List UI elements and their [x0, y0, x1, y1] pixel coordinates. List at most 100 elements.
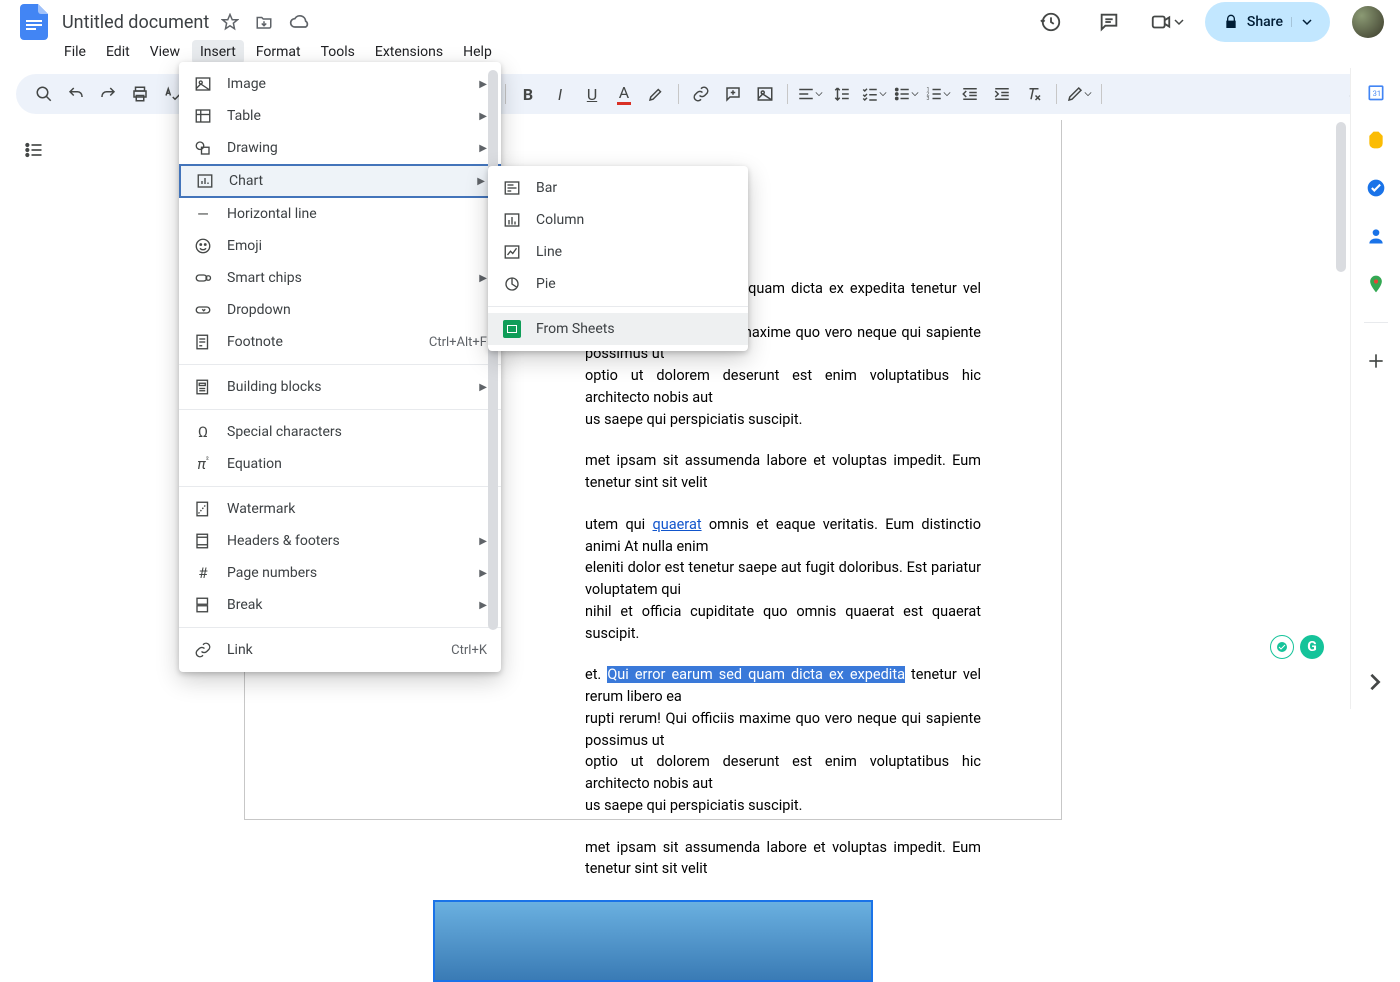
indent-increase-icon[interactable] [988, 80, 1016, 108]
menu-extensions[interactable]: Extensions [367, 40, 451, 64]
move-icon[interactable] [255, 12, 275, 32]
outline-toggle-icon[interactable] [16, 132, 52, 168]
svg-text:3: 3 [927, 96, 930, 102]
star-icon[interactable] [221, 12, 241, 32]
column-chart-icon [502, 211, 522, 229]
menu-format[interactable]: Format [248, 40, 309, 64]
building-blocks-icon [193, 378, 213, 396]
docs-logo[interactable] [16, 4, 52, 40]
print-icon[interactable] [126, 80, 154, 108]
indent-decrease-icon[interactable] [956, 80, 984, 108]
bulleted-list-icon[interactable] [892, 80, 920, 108]
insert-building-blocks[interactable]: Building blocks▶ [179, 371, 501, 403]
bar-chart-icon [502, 179, 522, 197]
checklist-icon[interactable] [860, 80, 888, 108]
menu-edit[interactable]: Edit [98, 40, 138, 64]
text-color-icon[interactable]: A [610, 80, 638, 108]
insert-equation[interactable]: π²Equation [179, 448, 501, 480]
underline-icon[interactable]: U [578, 80, 606, 108]
insert-image-icon[interactable] [751, 80, 779, 108]
account-avatar[interactable] [1352, 6, 1384, 38]
title-bar: Untitled document Share [0, 0, 1400, 36]
document-image[interactable] [433, 900, 873, 982]
horizontal-line-icon: ― [193, 205, 213, 223]
doc-text: met ipsam sit assumenda labore et volupt… [585, 452, 981, 491]
doc-link[interactable]: quaerat [653, 516, 702, 533]
undo-icon[interactable] [62, 80, 90, 108]
share-dropdown-caret[interactable] [1291, 17, 1322, 27]
meet-button[interactable] [1147, 2, 1187, 42]
line-spacing-icon[interactable] [828, 80, 856, 108]
editing-mode-icon[interactable] [1065, 80, 1093, 108]
grammarly-widget[interactable]: G [1270, 635, 1324, 659]
insert-headers-footers[interactable]: Headers & footers▶ [179, 525, 501, 557]
insert-image[interactable]: Image▶ [179, 68, 501, 100]
highlight-icon[interactable] [642, 80, 670, 108]
insert-smart-chips[interactable]: Smart chips▶ [179, 262, 501, 294]
vertical-scrollbar[interactable] [1336, 122, 1346, 272]
redo-icon[interactable] [94, 80, 122, 108]
document-title[interactable]: Untitled document [62, 12, 209, 33]
chart-icon [195, 172, 215, 190]
insert-link[interactable]: LinkCtrl+K [179, 634, 501, 666]
doc-text: optio ut dolorem deserunt est enim volup… [585, 367, 981, 406]
insert-watermark[interactable]: Watermark [179, 493, 501, 525]
menu-help[interactable]: Help [455, 40, 500, 64]
insert-link-icon[interactable] [687, 80, 715, 108]
keep-icon[interactable] [1366, 130, 1386, 150]
cloud-status-icon[interactable] [289, 12, 309, 32]
numbered-list-icon[interactable]: 123 [924, 80, 952, 108]
align-icon[interactable] [796, 80, 824, 108]
headers-footers-icon [193, 532, 213, 550]
break-icon [193, 596, 213, 614]
insert-table[interactable]: Table▶ [179, 100, 501, 132]
emoji-icon [193, 237, 213, 255]
menu-view[interactable]: View [142, 40, 188, 64]
insert-page-numbers[interactable]: #Page numbers▶ [179, 557, 501, 589]
chart-from-sheets[interactable]: From Sheets [488, 313, 748, 345]
insert-menu-dropdown: Image▶ Table▶ Drawing▶ Chart▶ ―Horizonta… [179, 62, 501, 672]
search-icon[interactable] [30, 80, 58, 108]
chart-pie[interactable]: Pie [488, 268, 748, 300]
insert-special-characters[interactable]: ΩSpecial characters [179, 416, 501, 448]
doc-text: rupti rerum! Qui officiis maxime quo ver… [585, 710, 981, 749]
svg-text:31: 31 [1372, 89, 1380, 98]
history-icon[interactable] [1031, 2, 1071, 42]
table-icon [193, 107, 213, 125]
menu-file[interactable]: File [56, 40, 94, 64]
header-actions: Share [1031, 2, 1384, 42]
doc-text: nihil et officia cupiditate quo omnis qu… [585, 603, 981, 642]
clear-formatting-icon[interactable] [1020, 80, 1048, 108]
calendar-icon[interactable]: 31 [1366, 82, 1386, 102]
chart-bar[interactable]: Bar [488, 172, 748, 204]
line-chart-icon [502, 243, 522, 261]
add-addon-icon[interactable] [1366, 351, 1386, 371]
bold-icon[interactable]: B [514, 80, 542, 108]
insert-emoji[interactable]: Emoji [179, 230, 501, 262]
chart-line[interactable]: Line [488, 236, 748, 268]
share-button[interactable]: Share [1205, 2, 1330, 42]
tasks-icon[interactable] [1366, 178, 1386, 198]
insert-horizontal-line[interactable]: ―Horizontal line [179, 198, 501, 230]
maps-icon[interactable] [1366, 274, 1386, 294]
insert-break[interactable]: Break▶ [179, 589, 501, 621]
insert-footnote[interactable]: FootnoteCtrl+Alt+F [179, 326, 501, 358]
contacts-icon[interactable] [1366, 226, 1386, 246]
menu-insert[interactable]: Insert [192, 40, 244, 64]
special-characters-icon: Ω [193, 423, 213, 441]
insert-drawing[interactable]: Drawing▶ [179, 132, 501, 164]
chart-column[interactable]: Column [488, 204, 748, 236]
equation-icon: π² [193, 455, 213, 473]
insert-comment-icon[interactable] [719, 80, 747, 108]
menu-tools[interactable]: Tools [313, 40, 363, 64]
doc-text: et. [585, 666, 607, 683]
doc-text: met ipsam sit assumenda labore et volupt… [585, 839, 981, 878]
lock-icon [1223, 14, 1239, 30]
insert-chart[interactable]: Chart▶ [179, 164, 501, 198]
comments-icon[interactable] [1089, 2, 1129, 42]
smart-chips-icon [193, 269, 213, 287]
drawing-icon [193, 139, 213, 157]
insert-dropdown[interactable]: Dropdown [179, 294, 501, 326]
sidepanel-collapse-icon[interactable] [1366, 673, 1390, 697]
italic-icon[interactable]: I [546, 80, 574, 108]
